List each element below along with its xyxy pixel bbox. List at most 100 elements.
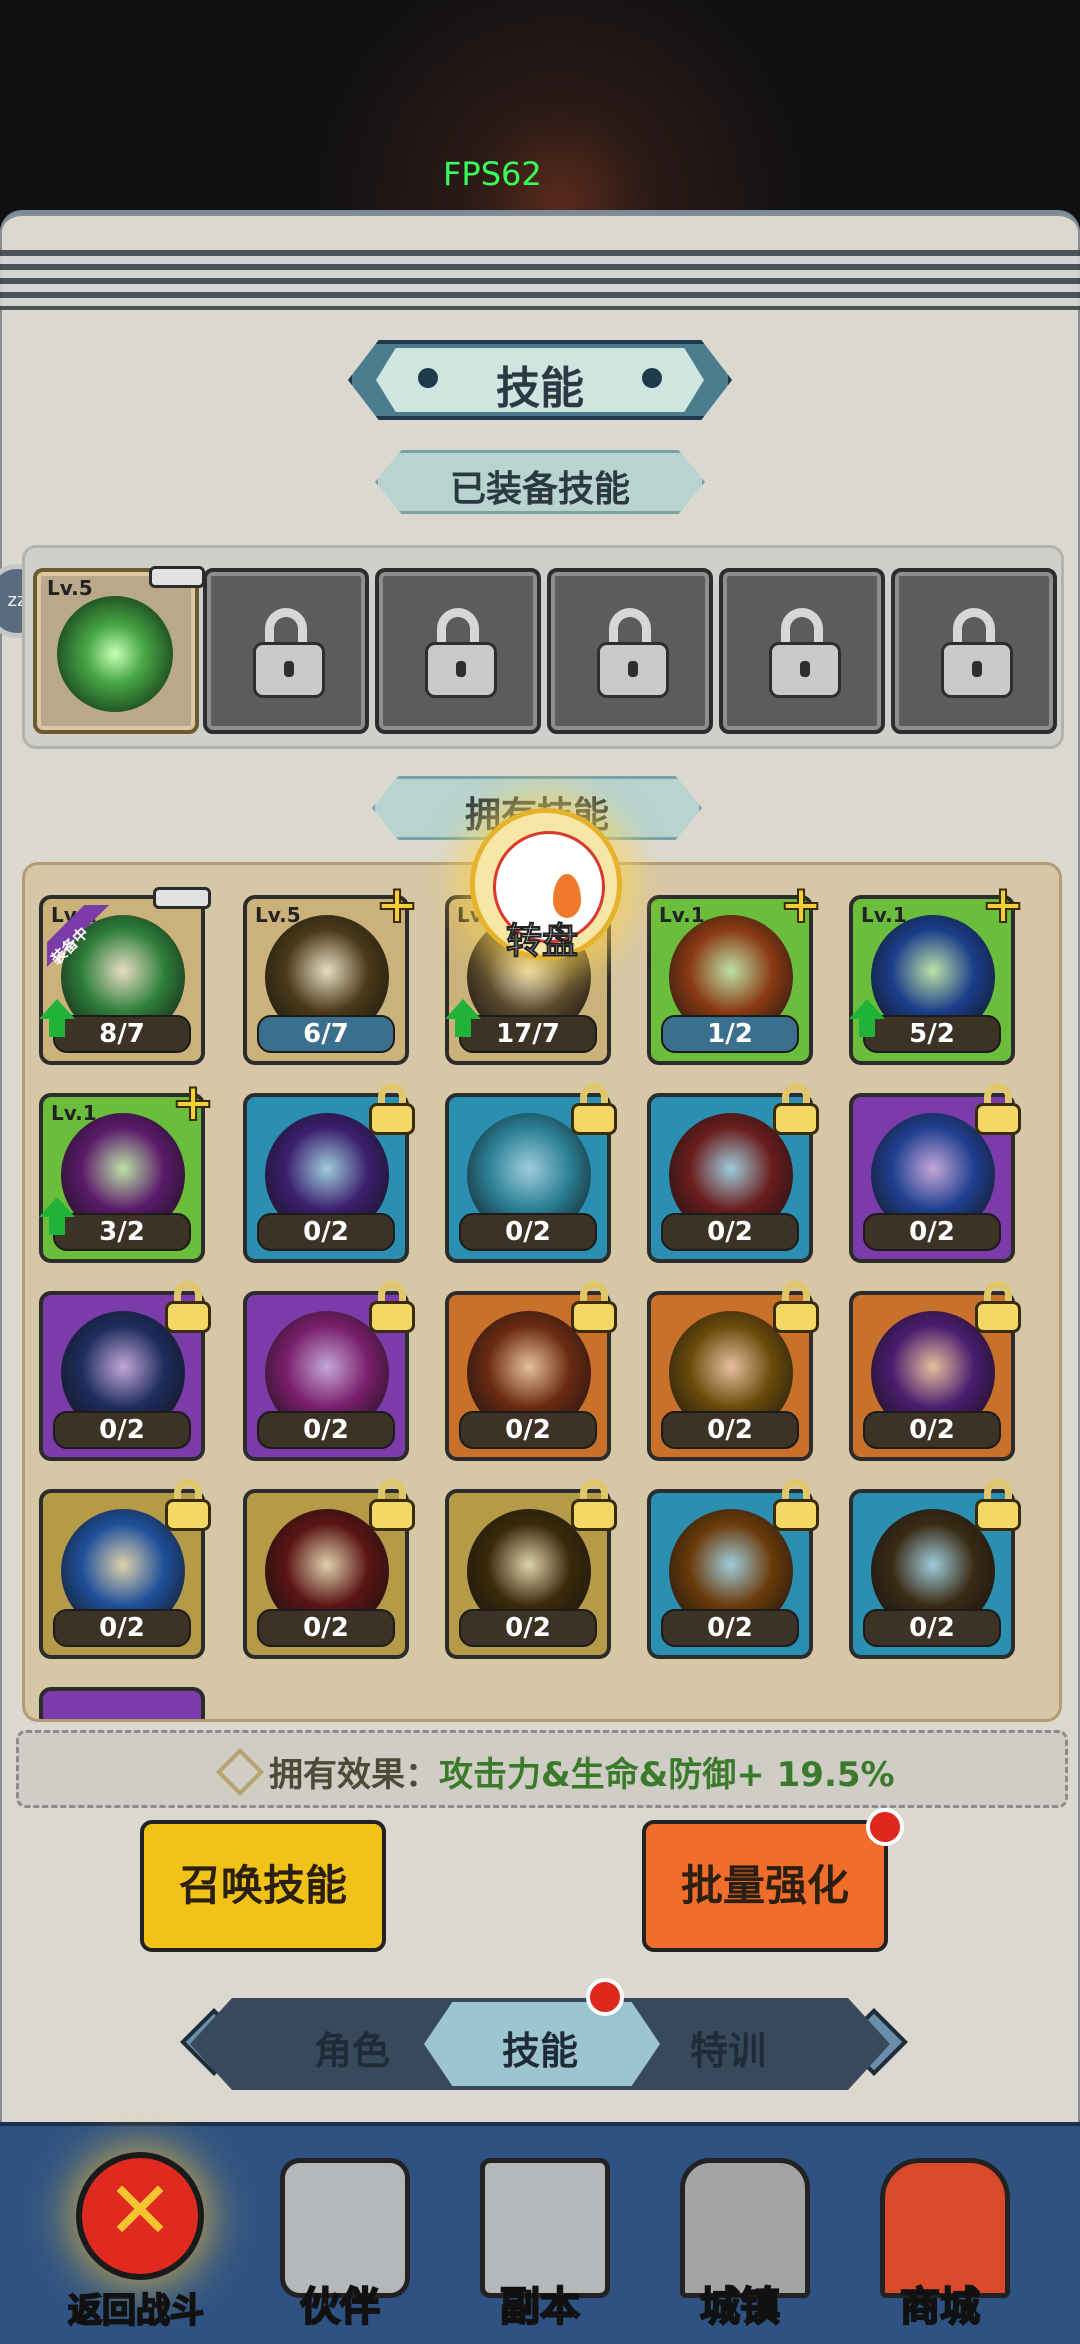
nav-partner[interactable]: 伙伴 bbox=[240, 2136, 440, 2336]
batch-upgrade-button[interactable]: 批量强化 bbox=[642, 1820, 888, 1952]
page-title-banner: 技能 bbox=[348, 340, 732, 420]
padlock-icon bbox=[773, 1083, 819, 1135]
unequip-minus-icon[interactable] bbox=[153, 887, 211, 909]
skill-level: Lv.1 bbox=[659, 903, 705, 927]
skill-card[interactable]: Lv.1 装备中 8/7 bbox=[39, 887, 211, 1065]
skill-card[interactable]: 0/2 bbox=[243, 1083, 415, 1263]
lock-icon bbox=[769, 608, 841, 698]
padlock-icon bbox=[975, 1083, 1021, 1135]
skill-card-partial[interactable] bbox=[39, 1687, 205, 1719]
bottom-navigation: ✕ 返回战斗 伙伴 副本 城镇 商城 bbox=[0, 2122, 1080, 2344]
equip-plus-icon[interactable]: + bbox=[374, 878, 420, 932]
lock-icon bbox=[253, 608, 325, 698]
skill-count: 0/2 bbox=[257, 1609, 395, 1647]
nav-dungeon-label: 副本 bbox=[499, 2283, 581, 2331]
background-scene bbox=[0, 0, 1080, 240]
skill-count: 0/2 bbox=[863, 1213, 1001, 1251]
locked-slot-6 bbox=[891, 568, 1057, 734]
equipped-section-banner: 已装备技能 bbox=[375, 450, 705, 514]
padlock-icon bbox=[975, 1281, 1021, 1333]
padlock-icon bbox=[975, 1479, 1021, 1531]
skill-count: 6/7 bbox=[257, 1015, 395, 1053]
sub-tab-bar: 角色 技能 特训 bbox=[190, 1998, 890, 2090]
nav-town[interactable]: 城镇 bbox=[640, 2136, 840, 2336]
equipped-skill-bar: Lv.5 bbox=[22, 545, 1064, 749]
summon-skill-button[interactable]: 召唤技能 bbox=[140, 1820, 386, 1952]
nav-shop[interactable]: 商城 bbox=[840, 2136, 1040, 2336]
diamond-icon bbox=[215, 1747, 265, 1797]
skill-card[interactable]: 0/2 bbox=[39, 1281, 211, 1461]
skill-count: 0/2 bbox=[257, 1213, 395, 1251]
padlock-icon bbox=[773, 1479, 819, 1531]
equip-plus-icon[interactable]: + bbox=[980, 878, 1026, 932]
owned-effect-label: 拥有效果： bbox=[269, 1755, 439, 1795]
nav-dungeon[interactable]: 副本 bbox=[440, 2136, 640, 2336]
equipped-slot-1[interactable]: Lv.5 bbox=[33, 566, 205, 734]
padlock-icon bbox=[369, 1281, 415, 1333]
skill-count: 0/2 bbox=[459, 1213, 597, 1251]
padlock-icon bbox=[369, 1083, 415, 1135]
padlock-icon bbox=[571, 1479, 617, 1531]
upgrade-arrow-icon bbox=[39, 999, 75, 1039]
skill-count: 0/2 bbox=[53, 1609, 191, 1647]
skill-card[interactable]: Lv.1 3/2 + bbox=[39, 1076, 216, 1263]
nav-back-to-battle[interactable]: ✕ 返回战斗 bbox=[36, 2136, 236, 2336]
locked-slot-4 bbox=[547, 568, 713, 734]
equipped-section-title: 已装备技能 bbox=[449, 469, 630, 510]
skill-card[interactable]: 0/2 bbox=[647, 1083, 819, 1263]
skill-card[interactable]: 0/2 bbox=[445, 1083, 617, 1263]
skill-card[interactable]: 0/2 bbox=[849, 1479, 1021, 1659]
skill-card[interactable]: 0/2 bbox=[445, 1479, 617, 1659]
skill-level: Lv.5 bbox=[255, 903, 301, 927]
owned-skill-grid: Lv.1装备中8/7Lv.56/7+Lv.117/7+Lv.11/2+Lv.15… bbox=[22, 862, 1062, 1722]
skill-card[interactable]: 0/2 bbox=[647, 1479, 819, 1659]
skill-count: 0/2 bbox=[863, 1411, 1001, 1449]
locked-slot-3 bbox=[375, 568, 541, 734]
equip-plus-icon[interactable]: + bbox=[778, 878, 824, 932]
equipped-slot-level: Lv.5 bbox=[47, 576, 93, 600]
skill-card[interactable]: Lv.5 6/7 + bbox=[243, 878, 420, 1065]
upgrade-arrow-icon bbox=[849, 999, 885, 1039]
skill-card[interactable]: 0/2 bbox=[39, 1479, 211, 1659]
skill-count: 0/2 bbox=[257, 1411, 395, 1449]
skill-card[interactable]: 0/2 bbox=[243, 1281, 415, 1461]
padlock-icon bbox=[773, 1281, 819, 1333]
skill-card[interactable]: 0/2 bbox=[647, 1281, 819, 1461]
skill-level: Lv.1 bbox=[51, 1101, 97, 1125]
tab-role[interactable]: 角色 bbox=[314, 2020, 390, 2075]
padlock-icon bbox=[165, 1281, 211, 1333]
tab-training[interactable]: 特训 bbox=[690, 2020, 766, 2075]
padlock-icon bbox=[571, 1281, 617, 1333]
skill-card[interactable]: Lv.1 5/2 + bbox=[849, 878, 1026, 1065]
locked-slot-2 bbox=[203, 568, 369, 734]
skill-count: 0/2 bbox=[459, 1609, 597, 1647]
lock-icon bbox=[597, 608, 669, 698]
skill-card[interactable]: 0/2 bbox=[243, 1479, 415, 1659]
nav-shop-label: 商城 bbox=[899, 2283, 981, 2331]
padlock-icon bbox=[165, 1479, 211, 1531]
skill-count: 0/2 bbox=[661, 1411, 799, 1449]
skill-card[interactable]: 0/2 bbox=[849, 1083, 1021, 1263]
page-title: 技能 bbox=[496, 363, 584, 414]
padlock-icon bbox=[571, 1083, 617, 1135]
panel-header-stripes bbox=[0, 250, 1080, 310]
skill-count: 0/2 bbox=[863, 1609, 1001, 1647]
nav-partner-label: 伙伴 bbox=[299, 2283, 381, 2331]
nav-town-label: 城镇 bbox=[699, 2283, 781, 2331]
unequip-minus-icon[interactable] bbox=[149, 566, 205, 588]
equip-plus-icon[interactable]: + bbox=[170, 1076, 216, 1130]
tab-notification-dot bbox=[586, 1978, 624, 2016]
skill-count: 1/2 bbox=[661, 1015, 799, 1053]
skill-card[interactable]: 0/2 bbox=[445, 1281, 617, 1461]
owned-effect-value: 攻击力&生命&防御+ 19.5% bbox=[439, 1755, 895, 1795]
skill-card[interactable]: Lv.1 1/2 + bbox=[647, 878, 824, 1065]
wheel-label: 转盘 bbox=[505, 921, 578, 963]
padlock-icon bbox=[369, 1479, 415, 1531]
skill-count: 0/2 bbox=[459, 1411, 597, 1449]
skill-card[interactable]: 0/2 bbox=[849, 1281, 1021, 1461]
skill-count: 0/2 bbox=[53, 1411, 191, 1449]
tab-skill[interactable]: 技能 bbox=[502, 2020, 578, 2075]
notification-dot bbox=[866, 1808, 904, 1846]
skill-level: Lv.1 bbox=[861, 903, 907, 927]
owned-effect-bar: 拥有效果：攻击力&生命&防御+ 19.5% bbox=[16, 1730, 1068, 1808]
